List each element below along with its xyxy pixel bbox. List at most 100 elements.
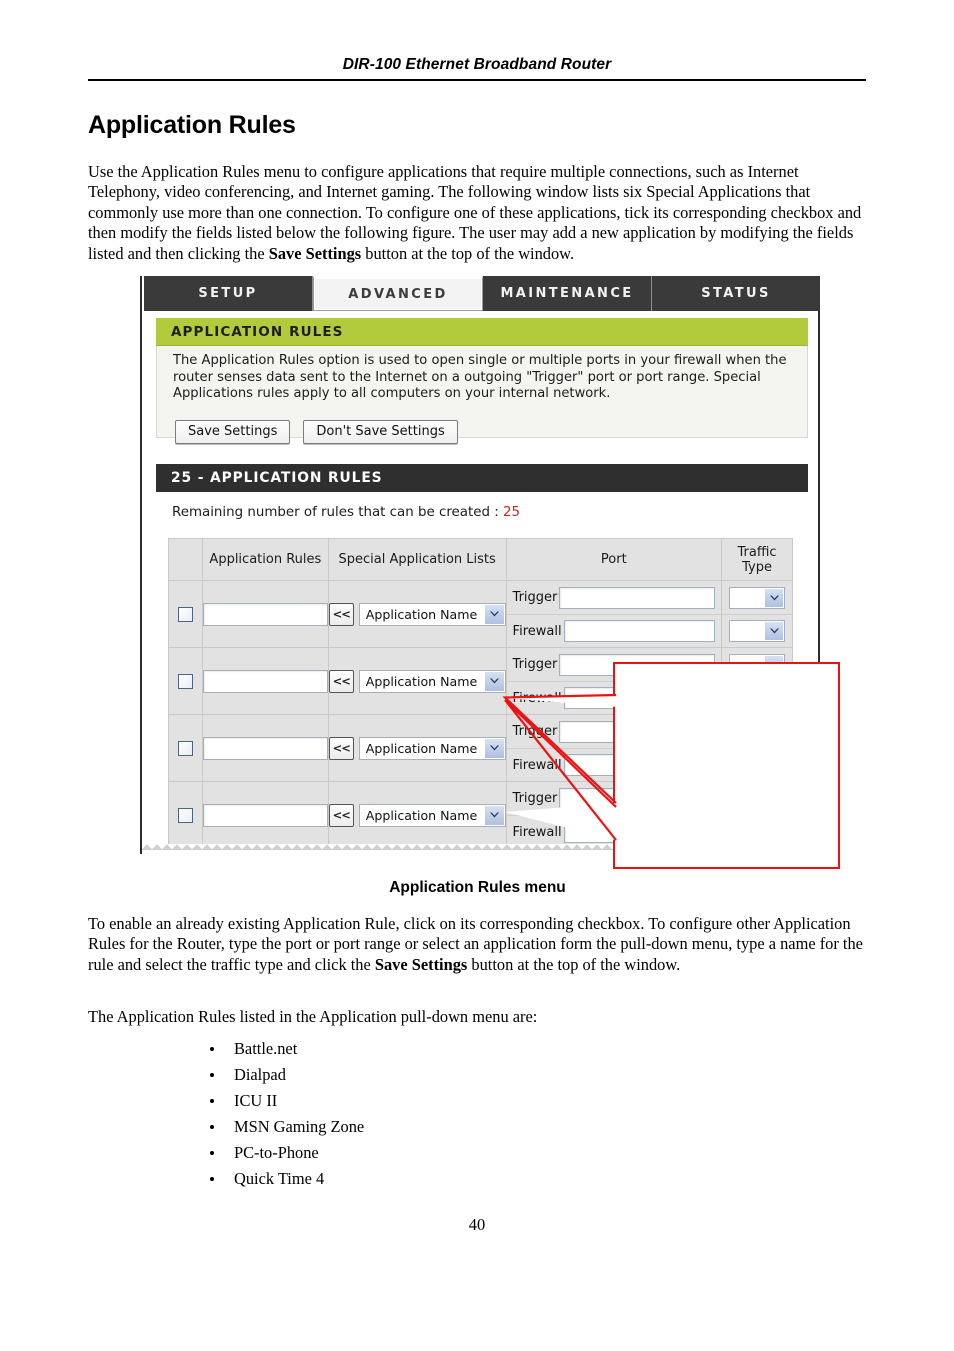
trigger-port-line: Trigger (507, 581, 722, 614)
row-application-list-cell: << Application Name (327, 714, 507, 782)
row-checkbox-cell[interactable] (168, 781, 203, 849)
header-rule (88, 79, 866, 81)
save-settings-button[interactable]: Save Settings (175, 420, 291, 444)
bullet-icon (210, 1125, 214, 1129)
section-panel: The Application Rules option is used to … (156, 346, 808, 444)
intro-paragraph: Use the Application Rules menu to config… (88, 162, 867, 264)
button-row: Save Settings Don't Save Settings (175, 420, 458, 444)
enable-paragraph: To enable an already existing Applicatio… (88, 914, 867, 975)
rule-enable-checkbox[interactable] (177, 740, 193, 756)
rules-count-header: 25 - APPLICATION RULES (156, 464, 808, 492)
document-page: DIR-100 Ethernet Broadband Router Applic… (0, 0, 954, 1351)
list-item-label: MSN Gaming Zone (234, 1117, 365, 1136)
list-item-label: PC-to-Phone (234, 1143, 319, 1162)
col-header-port: Port (505, 538, 723, 581)
intro-text-b: button at the top of the window. (361, 243, 575, 263)
application-list: Battle.net Dialpad ICU II MSN Gaming Zon… (88, 1036, 588, 1192)
list-item: ICU II (88, 1088, 588, 1114)
bullet-icon (210, 1073, 214, 1077)
trigger-label: Trigger (512, 590, 558, 605)
rule-name-input[interactable] (202, 803, 328, 827)
remaining-rules-label: Remaining number of rules that can be cr… (172, 505, 504, 520)
application-name-select[interactable]: Application Name (358, 803, 506, 827)
list-intro-paragraph: The Application Rules listed in the Appl… (88, 1007, 538, 1026)
row-application-list-cell: << Application Name (327, 781, 507, 849)
row-port-cell: Trigger Firewall (505, 580, 723, 648)
row-rule-name-cell (201, 580, 329, 648)
list-item-label: Dialpad (234, 1065, 286, 1084)
bullet-icon (210, 1047, 214, 1051)
remaining-rules-count: 25 (503, 505, 521, 520)
rule-name-input[interactable] (202, 602, 328, 626)
trigger-traffic-type-select[interactable] (729, 586, 785, 609)
row-application-list-cell: << Application Name (327, 580, 507, 648)
bullet-icon (210, 1099, 214, 1103)
application-name-select-value: Application Name (365, 606, 478, 622)
row-checkbox-cell[interactable] (168, 714, 203, 782)
application-name-select-value: Application Name (365, 673, 478, 689)
col-header-traffic-type: Traffic Type (721, 538, 793, 581)
chevron-down-icon (484, 604, 504, 624)
firewall-traffic-type-select[interactable] (729, 620, 785, 642)
enable-text-b: button at the top of the window. (467, 954, 681, 974)
table-row: << Application Name (168, 580, 793, 648)
tab-status[interactable]: STATUS (652, 276, 820, 311)
application-name-select-value: Application Name (365, 740, 478, 756)
list-item-label: Battle.net (234, 1039, 298, 1058)
list-item-label: Quick Time 4 (234, 1169, 325, 1188)
copy-application-button[interactable]: << (328, 669, 354, 693)
col-header-application-rules: Application Rules (201, 538, 329, 581)
annotation-callout-box (613, 662, 840, 869)
row-rule-name-cell (201, 714, 329, 782)
list-item: MSN Gaming Zone (88, 1114, 588, 1140)
rule-enable-checkbox[interactable] (177, 807, 193, 823)
application-name-select[interactable]: Application Name (358, 602, 506, 626)
application-list-group: << Application Name (328, 602, 506, 626)
intro-bold-save-settings: Save Settings (268, 243, 362, 263)
row-checkbox-cell[interactable] (168, 647, 203, 715)
application-list-group: << Application Name (328, 669, 506, 693)
figure-caption: Application Rules menu (389, 879, 566, 896)
page-number: 40 (468, 1215, 486, 1234)
rule-name-input[interactable] (202, 736, 328, 760)
row-rule-name-cell (201, 647, 329, 715)
application-list-group: << Application Name (328, 736, 506, 760)
trigger-type-line (722, 581, 792, 614)
tab-advanced[interactable]: ADVANCED (313, 276, 483, 311)
section-header-application-rules: APPLICATION RULES (156, 318, 808, 346)
bullet-icon (210, 1151, 214, 1155)
list-item: Dialpad (88, 1062, 588, 1088)
rule-enable-checkbox[interactable] (177, 673, 193, 689)
trigger-port-input[interactable] (559, 586, 716, 609)
chevron-down-icon (765, 588, 783, 607)
tab-maintenance[interactable]: MAINTENANCE (483, 276, 652, 311)
list-item: PC-to-Phone (88, 1140, 588, 1166)
application-name-select[interactable]: Application Name (358, 669, 506, 693)
list-item-label: ICU II (234, 1091, 278, 1110)
page-title: Application Rules (88, 111, 296, 139)
dont-save-settings-button[interactable]: Don't Save Settings (303, 420, 458, 444)
copy-application-button[interactable]: << (328, 803, 354, 827)
table-header-row: Application Rules Special Application Li… (168, 538, 793, 581)
chevron-down-icon (765, 622, 783, 640)
row-traffic-type-cell (721, 580, 793, 648)
copy-application-button[interactable]: << (328, 736, 354, 760)
rule-enable-checkbox[interactable] (177, 606, 193, 622)
col-header-special-application-lists: Special Application Lists (327, 538, 507, 581)
row-application-list-cell: << Application Name (327, 647, 507, 715)
application-list-group: << Application Name (328, 803, 506, 827)
rule-name-input[interactable] (202, 669, 328, 693)
tab-setup[interactable]: SETUP (144, 276, 313, 311)
running-header: DIR-100 Ethernet Broadband Router (342, 56, 612, 73)
application-name-select[interactable]: Application Name (358, 736, 506, 760)
row-checkbox-cell[interactable] (168, 580, 203, 648)
remaining-rules-text: Remaining number of rules that can be cr… (172, 505, 520, 520)
application-name-select-value: Application Name (365, 807, 478, 823)
firewall-port-input[interactable] (563, 620, 716, 642)
row-rule-name-cell (201, 781, 329, 849)
enable-bold-save-settings: Save Settings (374, 954, 468, 974)
list-item: Battle.net (88, 1036, 588, 1062)
firewall-label: Firewall (512, 623, 562, 639)
copy-application-button[interactable]: << (328, 602, 354, 626)
firewall-port-line: Firewall (506, 614, 722, 647)
